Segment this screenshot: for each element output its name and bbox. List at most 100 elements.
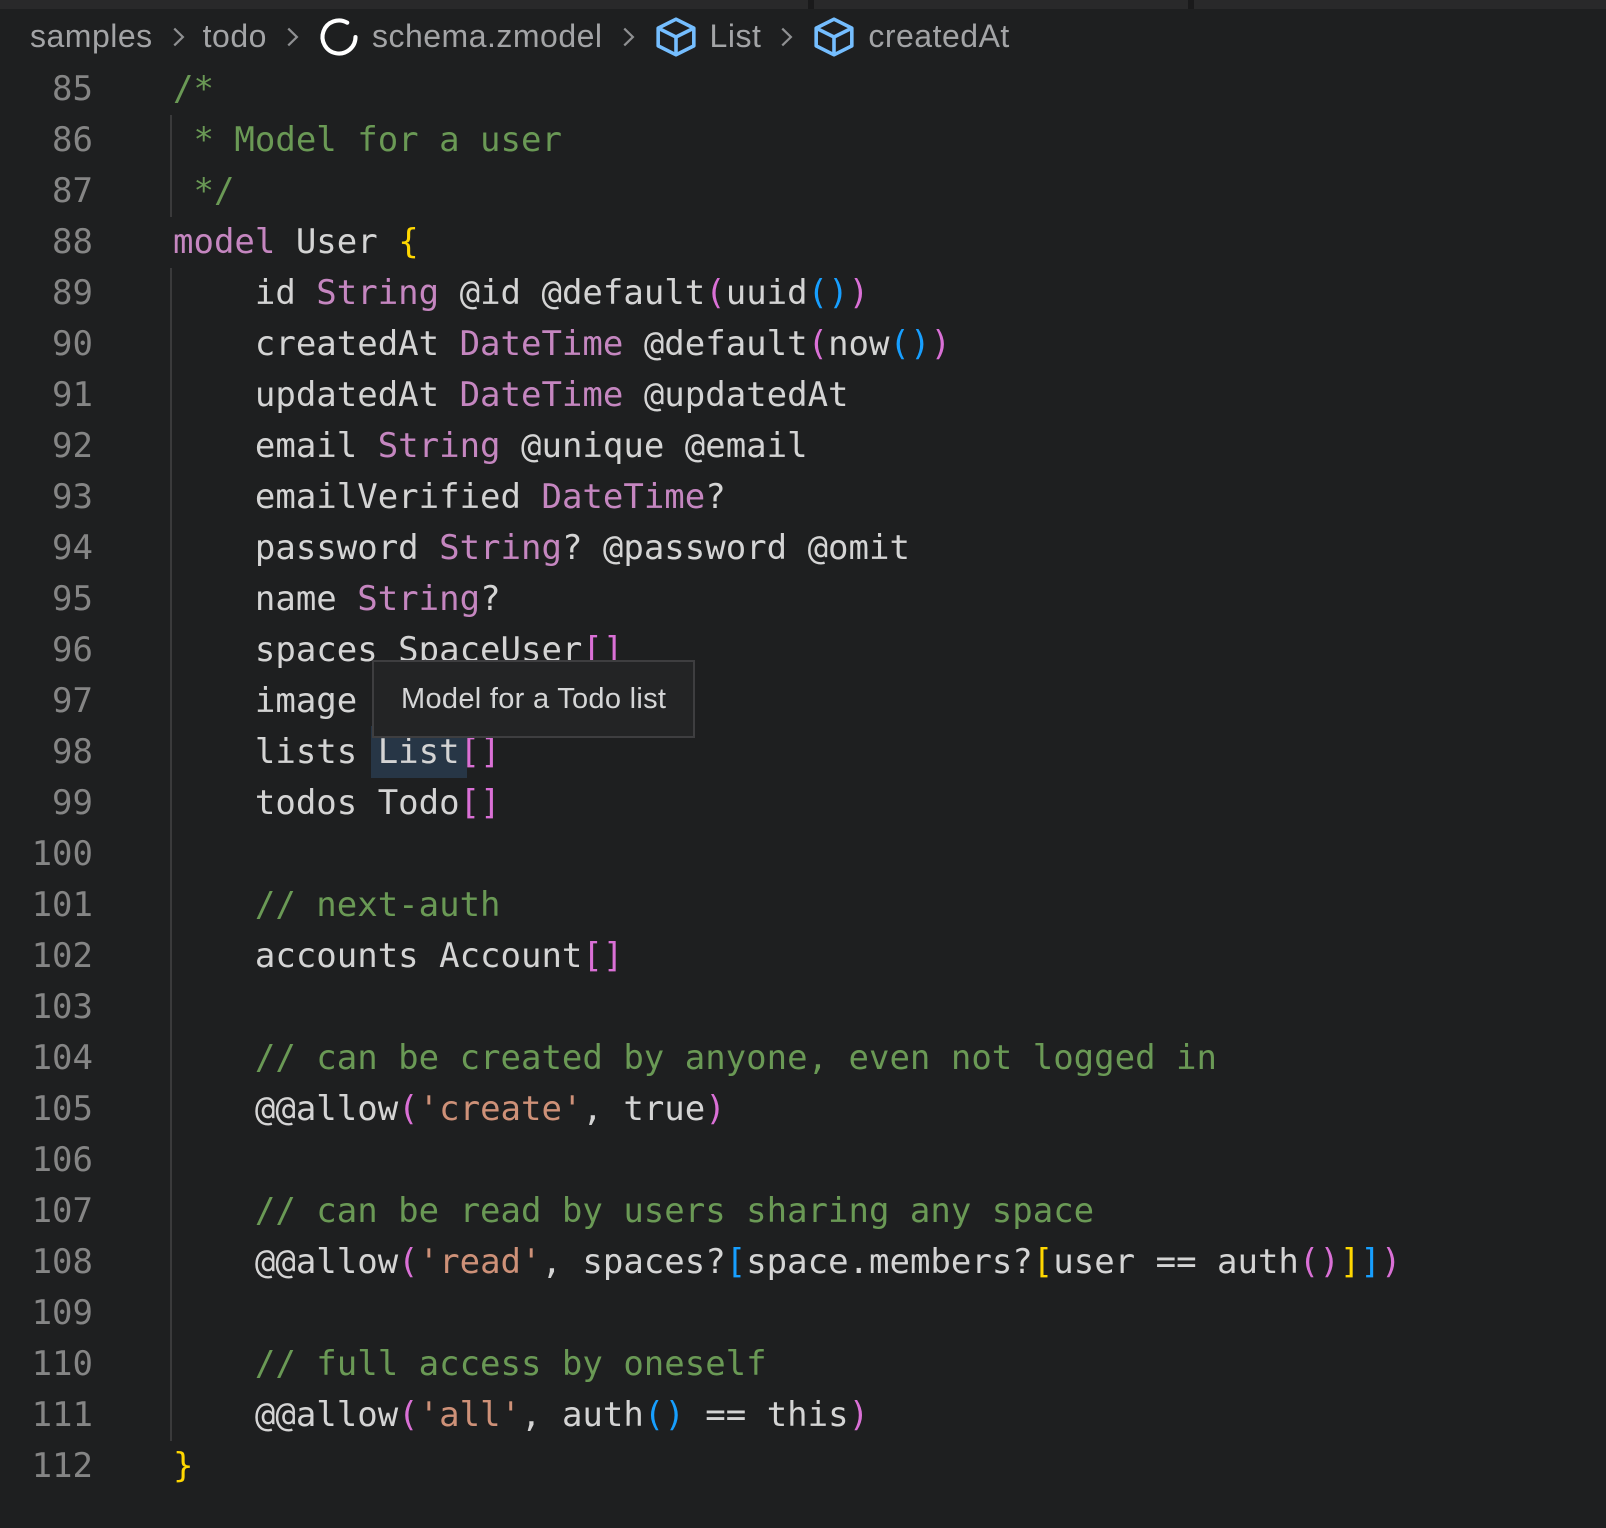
line-number[interactable]: 92	[0, 421, 93, 472]
code-token[interactable]: @@allow	[173, 1242, 398, 1282]
code-token[interactable]: )	[910, 324, 930, 364]
code-content[interactable]: createdAt DateTime @default(now())	[173, 319, 951, 370]
code-token[interactable]: @updatedAt	[623, 375, 848, 415]
code-line[interactable]: 109	[0, 1288, 1606, 1339]
code-token[interactable]: (	[705, 273, 725, 313]
code-content[interactable]: // next-auth	[173, 880, 501, 931]
code-token[interactable]: String	[378, 426, 501, 466]
code-token[interactable]: (	[398, 1242, 418, 1282]
code-token[interactable]: password	[173, 528, 439, 568]
code-token[interactable]: accounts Account	[173, 936, 582, 976]
code-token[interactable]: // can be created by anyone, even not lo…	[173, 1038, 1217, 1078]
code-token[interactable]: DateTime	[460, 324, 624, 364]
code-content[interactable]: // can be created by anyone, even not lo…	[173, 1033, 1217, 1084]
code-content[interactable]: @@allow('create', true)	[173, 1084, 726, 1135]
code-content[interactable]: image	[173, 676, 357, 727]
code-token[interactable]: ]	[1340, 1242, 1360, 1282]
code-content[interactable]: model User {	[173, 217, 419, 268]
code-line[interactable]: 104 // can be created by anyone, even no…	[0, 1033, 1606, 1084]
line-number[interactable]: 93	[0, 472, 93, 523]
line-number[interactable]: 100	[0, 829, 93, 880]
code-token[interactable]: [	[1033, 1242, 1053, 1282]
code-content[interactable]: email String @unique @email	[173, 421, 808, 472]
code-token[interactable]: String	[439, 528, 562, 568]
line-number[interactable]: 94	[0, 523, 93, 574]
code-token[interactable]: )	[828, 273, 848, 313]
code-token[interactable]: == this	[685, 1395, 849, 1435]
code-token[interactable]: email	[173, 426, 378, 466]
line-number[interactable]: 105	[0, 1084, 93, 1135]
code-token[interactable]: ?	[480, 579, 500, 619]
code-token[interactable]: }	[173, 1446, 193, 1486]
code-token[interactable]: user == auth	[1053, 1242, 1299, 1282]
line-number[interactable]: 102	[0, 931, 93, 982]
code-token[interactable]: space.members?	[746, 1242, 1033, 1282]
code-content[interactable]: accounts Account[]	[173, 931, 623, 982]
code-token[interactable]: , auth	[521, 1395, 644, 1435]
code-token[interactable]: DateTime	[460, 375, 624, 415]
code-content[interactable]: }	[173, 1441, 193, 1492]
line-number[interactable]: 108	[0, 1237, 93, 1288]
line-number[interactable]: 85	[0, 64, 93, 115]
code-token[interactable]: // can be read by users sharing any spac…	[173, 1191, 1094, 1231]
code-token[interactable]: )	[664, 1395, 684, 1435]
code-token[interactable]: ]	[1360, 1242, 1380, 1282]
code-token[interactable]: @unique @email	[501, 426, 808, 466]
code-line[interactable]: 95 name String?	[0, 574, 1606, 625]
line-number[interactable]: 96	[0, 625, 93, 676]
code-token[interactable]: createdAt	[173, 324, 460, 364]
line-number[interactable]: 99	[0, 778, 93, 829]
code-token[interactable]: )	[705, 1089, 725, 1129]
line-number[interactable]: 90	[0, 319, 93, 370]
code-token[interactable]: )	[930, 324, 950, 364]
code-token[interactable]: now	[828, 324, 889, 364]
code-content[interactable]: password String? @password @omit	[173, 523, 910, 574]
code-token[interactable]: )	[1381, 1242, 1401, 1282]
line-number[interactable]: 111	[0, 1390, 93, 1441]
code-token[interactable]: * Model for a user	[173, 120, 562, 160]
code-line[interactable]: 111 @@allow('all', auth() == this)	[0, 1390, 1606, 1441]
code-token[interactable]: String	[316, 273, 439, 313]
code-line[interactable]: 107 // can be read by users sharing any …	[0, 1186, 1606, 1237]
code-line[interactable]: 98 lists List[]	[0, 727, 1606, 778]
code-line[interactable]: 91 updatedAt DateTime @updatedAt	[0, 370, 1606, 421]
code-token[interactable]: [	[460, 732, 480, 772]
line-number[interactable]: 107	[0, 1186, 93, 1237]
code-token[interactable]: String	[357, 579, 480, 619]
code-line[interactable]: 105 @@allow('create', true)	[0, 1084, 1606, 1135]
code-token[interactable]: emailVerified	[173, 477, 541, 517]
code-token[interactable]: ]	[480, 783, 500, 823]
code-token[interactable]: (	[808, 273, 828, 313]
code-token[interactable]: uuid	[726, 273, 808, 313]
code-content[interactable]: * Model for a user	[173, 115, 562, 166]
code-token[interactable]: , spaces?	[541, 1242, 725, 1282]
code-token[interactable]: lists	[173, 732, 378, 772]
code-line[interactable]: 99 todos Todo[]	[0, 778, 1606, 829]
code-token[interactable]: /*	[173, 69, 214, 109]
breadcrumb-item-list[interactable]: List	[653, 14, 762, 60]
code-content[interactable]: id String @id @default(uuid())	[173, 268, 869, 319]
line-number[interactable]: 110	[0, 1339, 93, 1390]
line-number[interactable]: 89	[0, 268, 93, 319]
code-token[interactable]: @@allow	[173, 1395, 398, 1435]
line-number[interactable]: 109	[0, 1288, 93, 1339]
code-token[interactable]: image	[173, 681, 357, 721]
code-token[interactable]: (	[1299, 1242, 1319, 1282]
line-number[interactable]: 91	[0, 370, 93, 421]
code-line[interactable]: 110 // full access by oneself	[0, 1339, 1606, 1390]
code-token[interactable]: */	[173, 171, 234, 211]
code-content[interactable]: updatedAt DateTime @updatedAt	[173, 370, 849, 421]
code-token[interactable]: [	[726, 1242, 746, 1282]
code-token[interactable]: (	[398, 1089, 418, 1129]
code-line[interactable]: 85 /*	[0, 64, 1606, 115]
breadcrumb-item-createdat[interactable]: createdAt	[811, 14, 1009, 60]
code-line[interactable]: 103	[0, 982, 1606, 1033]
code-line[interactable]: 106	[0, 1135, 1606, 1186]
code-token[interactable]: DateTime	[541, 477, 705, 517]
code-content[interactable]: emailVerified DateTime?	[173, 472, 726, 523]
code-content[interactable]: /*	[173, 64, 214, 115]
code-line[interactable]: 93 emailVerified DateTime?	[0, 472, 1606, 523]
code-content[interactable]: @@allow('read', spaces?[space.members?[u…	[173, 1237, 1401, 1288]
code-token[interactable]: name	[173, 579, 357, 619]
code-token[interactable]: ]	[603, 936, 623, 976]
